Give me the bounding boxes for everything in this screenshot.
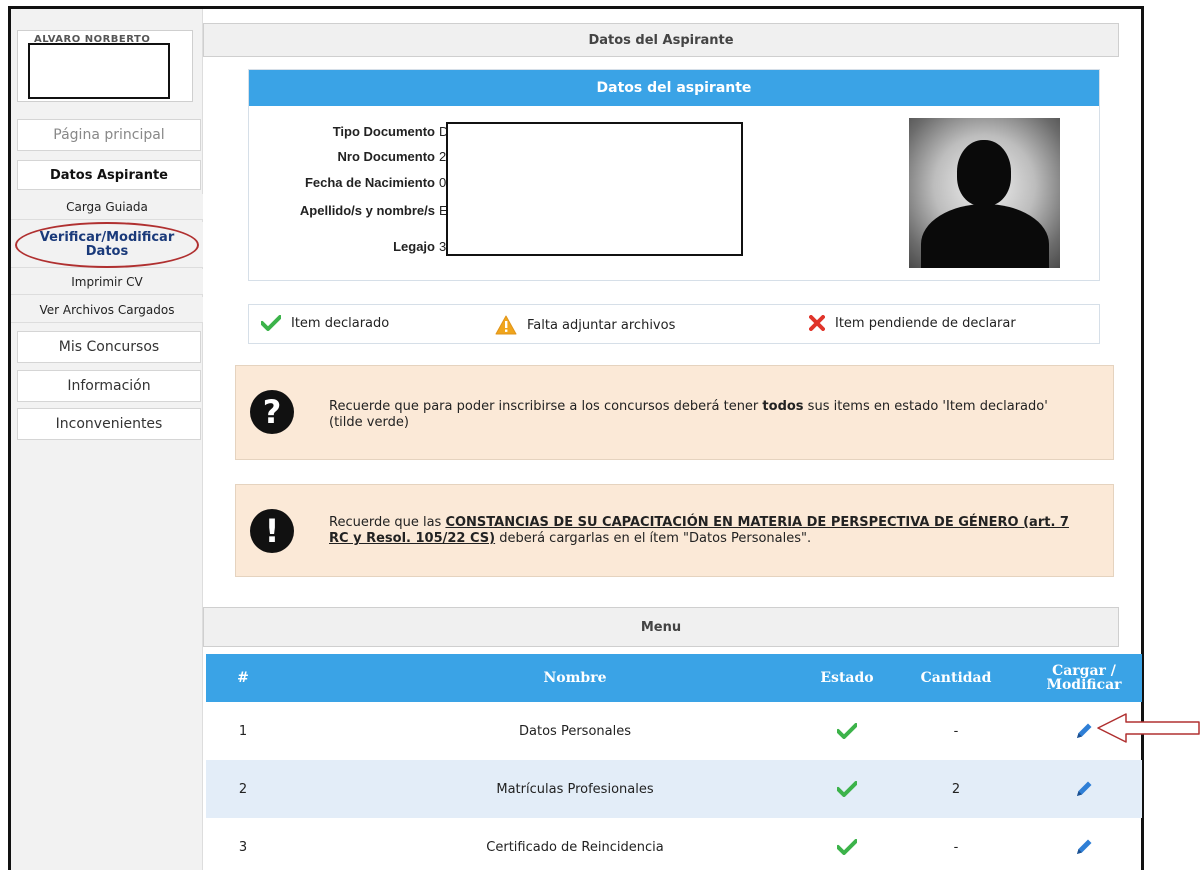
nav-imprimir-cv[interactable]: Imprimir CV: [11, 269, 203, 295]
applicant-card-title: Datos del aspirante: [249, 70, 1099, 106]
row-count: -: [953, 839, 959, 855]
nav-ver-archivos[interactable]: Ver Archivos Cargados: [11, 297, 203, 323]
row-num: 2: [238, 781, 248, 797]
notice-text-part: deberá cargarlas en el ítem "Datos Perso…: [495, 531, 812, 546]
avatar-silhouette-head: [957, 140, 1011, 206]
table-row: 2 Matrículas Profesionales 2: [206, 760, 1142, 818]
col-num: #: [237, 670, 249, 686]
row-status: [806, 760, 888, 818]
legend-declared-label: Item declarado: [291, 315, 390, 331]
notice-text-bold: todos: [762, 399, 804, 414]
cross-icon: [809, 315, 825, 331]
legend-missing-files-label: Falta adjuntar archivos: [527, 317, 676, 333]
legend-missing-files: Falta adjuntar archivos: [495, 315, 675, 335]
table-row: 1 Datos Personales -: [206, 702, 1142, 760]
row-status: [806, 702, 888, 760]
status-legend: Item declarado Falta adjuntar archivos I…: [248, 304, 1100, 344]
nav-datos-aspirante[interactable]: Datos Aspirante: [17, 160, 201, 190]
page-title: Datos del Aspirante: [203, 23, 1119, 57]
row-num: 1: [238, 723, 248, 739]
col-count: Cantidad: [920, 670, 992, 686]
legend-pending: Item pendiende de declarar: [809, 315, 1016, 331]
nav-home[interactable]: Página principal: [17, 119, 201, 151]
legend-pending-label: Item pendiende de declarar: [835, 315, 1016, 331]
check-icon: [261, 315, 281, 331]
notice-text-part: Recuerde que para poder inscribirse a lo…: [329, 399, 763, 414]
pencil-icon[interactable]: [1074, 779, 1094, 799]
notice-exclamation: ! Recuerde que las CONSTANCIAS DE SU CAP…: [235, 484, 1114, 577]
table-header: # Nombre Estado Cantidad Cargar / Modifi…: [206, 654, 1142, 702]
row-count: 2: [951, 781, 961, 797]
edit-button[interactable]: [1026, 818, 1142, 870]
notice-question: ? Recuerde que para poder inscribirse a …: [235, 365, 1114, 460]
nav-carga-guiada[interactable]: Carga Guiada: [11, 194, 203, 220]
redaction-box: [28, 43, 170, 99]
nav-mis-concursos[interactable]: Mis Concursos: [17, 331, 201, 363]
row-status: [806, 818, 888, 870]
exclamation-icon: !: [250, 509, 294, 553]
nav-verificar-modificar[interactable]: Verificar/Modificar Datos: [11, 222, 203, 268]
warning-icon: [495, 315, 517, 335]
notice-text: Recuerde que las CONSTANCIAS DE SU CAPAC…: [329, 515, 1069, 547]
nav-inconvenientes[interactable]: Inconvenientes: [17, 408, 201, 440]
question-icon: ?: [250, 390, 294, 434]
check-icon: [837, 781, 857, 797]
pencil-icon[interactable]: [1074, 837, 1094, 857]
pencil-icon[interactable]: [1074, 721, 1094, 741]
nav-informacion[interactable]: Información: [17, 370, 201, 402]
menu-title: Menu: [203, 607, 1119, 647]
field-label: Legajo: [393, 239, 435, 254]
field-label: Nro Documento: [337, 149, 436, 164]
notice-text-part: Recuerde que las: [329, 515, 446, 530]
col-edit-line: Modificar: [1046, 677, 1122, 693]
check-icon: [837, 839, 857, 855]
row-count: -: [953, 723, 959, 739]
row-name: Certificado de Reincidencia: [486, 839, 664, 855]
row-name: Datos Personales: [519, 723, 631, 739]
redaction-box: [446, 122, 743, 256]
annotation-arrow-icon: [1097, 713, 1200, 743]
table-row: 3 Certificado de Reincidencia -: [206, 818, 1142, 870]
col-edit: Cargar / Modificar: [1026, 654, 1142, 702]
row-num: 3: [238, 839, 248, 855]
row-name: Matrículas Profesionales: [496, 781, 654, 797]
field-label: Apellido/s y nombre/s: [299, 203, 435, 218]
avatar-silhouette-body: [921, 204, 1049, 268]
avatar-placeholder: [909, 118, 1060, 268]
legend-declared: Item declarado: [261, 315, 389, 331]
col-name: Nombre: [543, 670, 607, 686]
edit-button[interactable]: [1026, 760, 1142, 818]
field-label: Tipo Documento: [332, 124, 435, 139]
check-icon: [837, 723, 857, 739]
col-edit-line: Cargar /: [1052, 663, 1116, 679]
field-label: Fecha de Nacimiento: [304, 175, 435, 190]
user-box: ALVARO NORBERTO: [17, 30, 193, 102]
notice-text: Recuerde que para poder inscribirse a lo…: [329, 399, 1069, 431]
col-status: Estado: [820, 670, 874, 686]
